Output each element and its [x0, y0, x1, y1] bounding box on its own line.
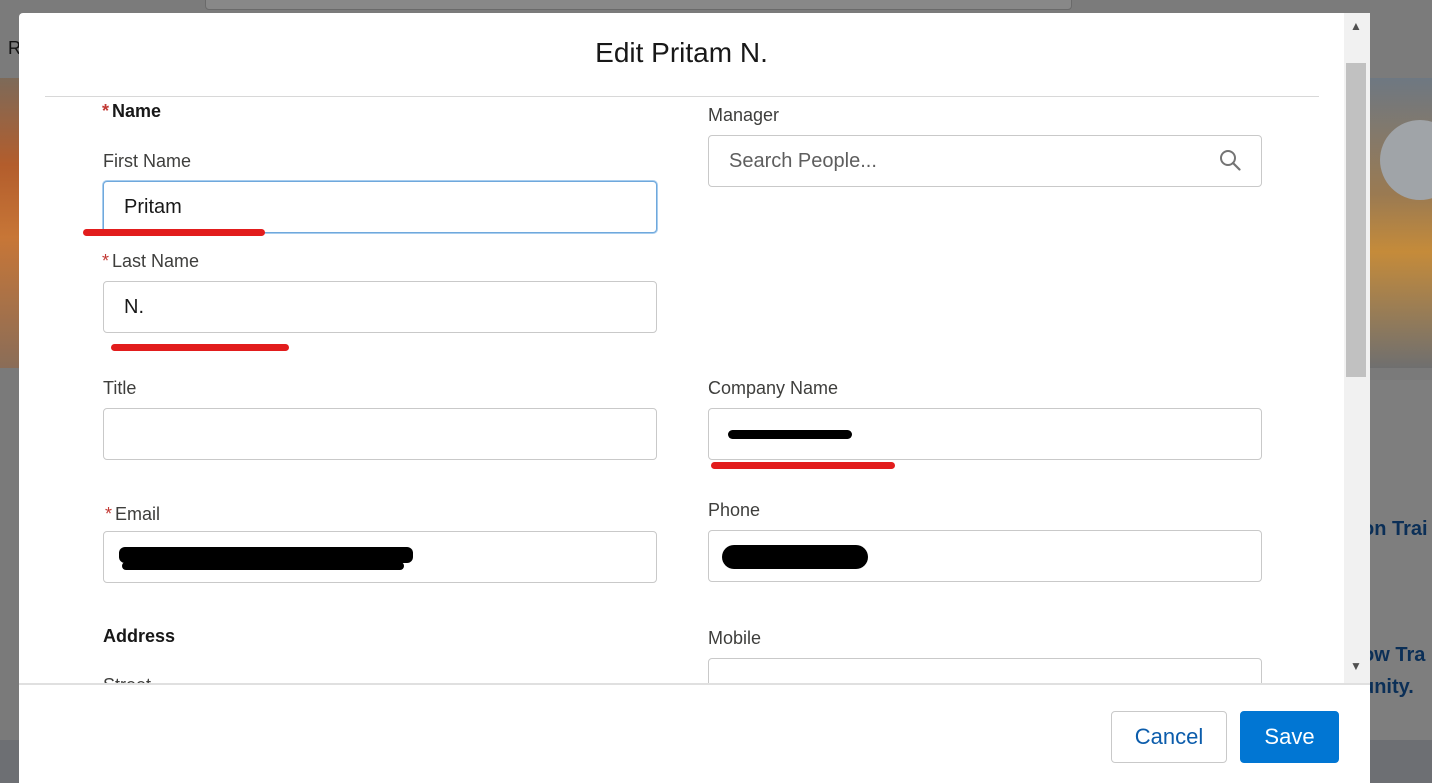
redaction-mark — [728, 430, 852, 439]
email-label-text: Email — [115, 504, 161, 524]
annotation-underline — [711, 462, 895, 469]
manager-lookup-input[interactable] — [708, 135, 1262, 187]
footer-divider — [19, 683, 1370, 685]
redaction-mark — [122, 562, 404, 570]
mobile-input[interactable] — [708, 658, 1262, 683]
email-label: * Email — [105, 504, 160, 525]
first-name-input[interactable] — [103, 181, 657, 233]
cancel-button[interactable]: Cancel — [1111, 711, 1227, 763]
name-section-text: Name — [112, 101, 162, 121]
background-link-text: ow Tra — [1362, 644, 1426, 666]
last-name-input[interactable] — [103, 281, 657, 333]
required-marker: * — [105, 504, 113, 524]
redaction-mark — [722, 545, 868, 569]
name-section-label: * Name — [102, 101, 161, 122]
scrollbar-thumb[interactable] — [1346, 63, 1366, 377]
title-label: Title — [103, 378, 137, 398]
street-label: Street — [103, 675, 151, 683]
manager-label: Manager — [708, 105, 780, 125]
search-icon[interactable] — [1219, 149, 1241, 171]
save-button[interactable]: Save — [1240, 711, 1339, 763]
modal-title: Edit Pritam N. — [595, 37, 768, 68]
phone-label: Phone — [708, 500, 761, 520]
scroll-up-arrow-icon[interactable]: ▲ — [1350, 19, 1362, 33]
scroll-down-arrow-icon[interactable]: ▼ — [1350, 659, 1362, 673]
required-marker: * — [102, 101, 110, 121]
required-marker: * — [102, 251, 110, 271]
background-global-search — [205, 0, 1072, 10]
redaction-mark — [119, 547, 413, 563]
mobile-label: Mobile — [708, 628, 762, 648]
modal-body[interactable]: *Name First Name *Last Name Title *Email… — [19, 97, 1344, 683]
last-name-label-text: Last Name — [112, 251, 200, 271]
background-link-text: on Trai — [1362, 518, 1428, 540]
address-section-label: Address — [103, 626, 176, 646]
annotation-underline — [111, 344, 289, 351]
last-name-label: * Last Name — [102, 251, 199, 272]
company-name-label: Company Name — [708, 378, 839, 398]
first-name-label: First Name — [103, 151, 192, 171]
edit-contact-modal: Edit Pritam N. *Name First Name *Last Na… — [19, 13, 1370, 783]
annotation-underline — [83, 229, 265, 236]
title-input[interactable] — [103, 408, 657, 460]
